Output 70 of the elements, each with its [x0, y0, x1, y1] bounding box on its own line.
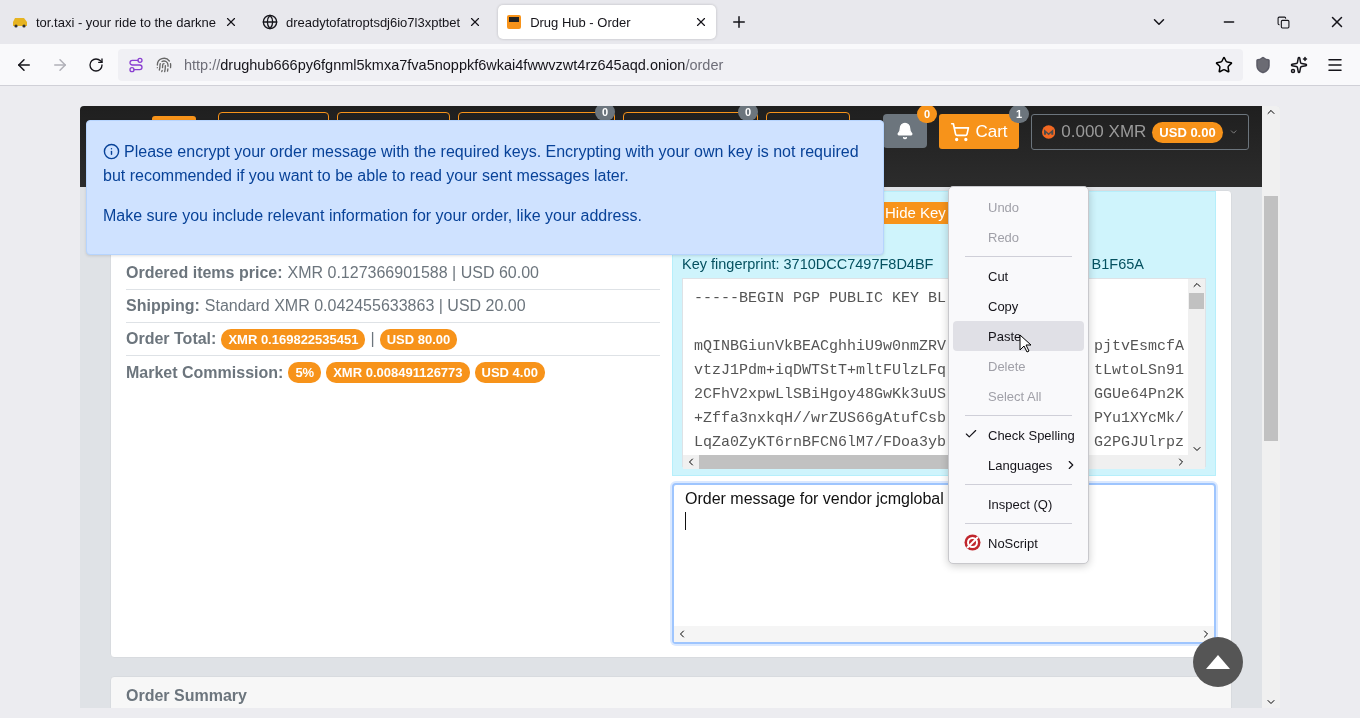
key-text: PYu1XYcMk/ [1094, 409, 1184, 429]
bell-icon [896, 122, 914, 140]
globe-icon [261, 14, 278, 30]
wallet-balance: 0.000 XMR [1061, 122, 1147, 142]
site-favicon-icon [506, 14, 523, 30]
amount-tag: XMR 0.169822535451 [221, 328, 366, 350]
scroll-thumb[interactable] [1189, 293, 1204, 309]
amount-tag: USD 4.00 [474, 362, 545, 383]
taxi-icon [12, 16, 28, 28]
page-scrollbar[interactable] [1262, 106, 1280, 708]
browser-tab[interactable]: tor.taxi - your ride to the darkne [4, 5, 246, 39]
detail-label: Shipping: [126, 297, 200, 315]
menu-item[interactable]: Paste [953, 321, 1084, 351]
extension-icon [964, 534, 981, 551]
alert-text: Please encrypt your order message with the required keys. Encrypting with your own key is not required but recommended if you want to be able to read your sent messages later. [103, 142, 860, 186]
up-triangle-icon [1206, 655, 1230, 669]
key-text: +Zffa3nxkqH//wrZUS66gAtufCsb [694, 409, 947, 429]
count-badge: 1 [1009, 106, 1029, 123]
detail-label: Order Total: [126, 330, 217, 348]
count-badge: 0 [917, 106, 937, 123]
text-caret [685, 512, 686, 530]
amount-tag: USD 80.00 [379, 328, 458, 350]
info-icon [103, 143, 120, 160]
cart-icon [950, 121, 971, 142]
usd-balance: USD 0.00 [1152, 121, 1223, 143]
key-text: mQINBGiunVkBEACghhiU9w0nmZRV [694, 337, 947, 357]
coin-icon [1042, 122, 1056, 142]
mouse-pointer-icon [1019, 334, 1032, 353]
section-title: Order Summary [126, 687, 247, 704]
key-text: pjtvEsmcfA [1094, 337, 1184, 357]
alert-text: Make sure you include relevant information for your order, like your address. [103, 206, 643, 226]
menu-item[interactable]: Check Spelling [953, 420, 1084, 450]
menu-item[interactable]: Cut [953, 261, 1084, 291]
key-text: GGUe64Pn2K [1094, 385, 1184, 405]
sparkle-icon[interactable] [1290, 55, 1308, 74]
key-text: LqZa0ZyKT6rnBFCN6lM7/FDoa3yb [694, 433, 947, 453]
key-text: vtzJ1Pdm+iqDWTStT+mltFUlzLFq [694, 361, 947, 381]
key-text: G2PGJUlrpz [1094, 433, 1184, 453]
detail-value: | [370, 330, 375, 348]
restore-icon[interactable] [1276, 15, 1290, 29]
detail-label: Ordered items price: [126, 264, 283, 282]
amount-tag: 5% [288, 362, 322, 383]
detail-label: Market Commission: [126, 363, 284, 382]
scroll-thumb[interactable] [1264, 196, 1278, 441]
scroll-thumb[interactable] [699, 455, 949, 469]
fingerprint-icon[interactable] [156, 56, 172, 73]
detail-value: Standard XMR 0.042455633863 | USD 20.00 [204, 297, 526, 315]
key-text: -----BEGIN PGP PUBLIC KEY BL [694, 289, 947, 309]
message-text: Order message for vendor jcmglobal [685, 490, 944, 508]
bookmark-star-icon[interactable] [1215, 55, 1233, 74]
address-field[interactable]: http://drughub666py6fgnml5kmxa7fva5noppkf6wkai4fwwvzwt4rz645aqd.onion/order [118, 48, 1243, 81]
vertical-scrollbar[interactable] [1188, 279, 1205, 455]
menu-item[interactable]: Copy [953, 291, 1084, 321]
key-text: 2CFhV2xpwLlSBiHgoy48GwKk3uUS [694, 385, 947, 405]
detail-value: XMR 0.127366901588 | USD 60.00 [287, 264, 539, 282]
menu-item[interactable]: Inspect (Q) [953, 489, 1084, 519]
browser-tab[interactable]: Drug Hub - Order [498, 5, 717, 39]
key-text: tLwtoLSn91 [1094, 361, 1184, 381]
amount-tag: XMR 0.008491126773 [326, 362, 470, 383]
key-fingerprint: Key fingerprint: 3710DCC7497F8D4BF [682, 256, 934, 272]
browser-tab[interactable]: dreadytofatroptsdj6io7l3xptbet [253, 5, 491, 39]
shield-icon[interactable] [1254, 55, 1272, 74]
menu-item[interactable]: Languages [953, 450, 1084, 480]
key-fingerprint: B1F65A [1091, 256, 1144, 272]
reload-icon[interactable] [88, 56, 104, 73]
horizontal-scrollbar[interactable] [674, 626, 1214, 642]
wallet-dropdown[interactable]: 0.000 XMR USD 0.00 [1031, 114, 1249, 150]
check-icon [964, 427, 978, 441]
menu-item[interactable]: NoScript [953, 528, 1084, 558]
circuit-icon[interactable] [128, 56, 144, 73]
